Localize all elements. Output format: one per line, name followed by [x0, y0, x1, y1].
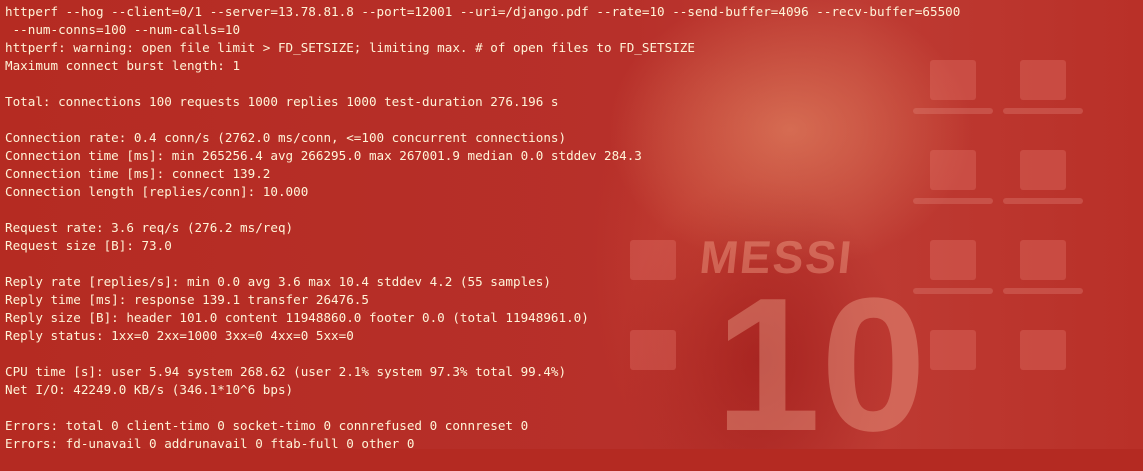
- connection-time-line: Connection time [ms]: connect 139.2: [5, 166, 271, 181]
- request-rate-line: Request rate: 3.6 req/s (276.2 ms/req): [5, 220, 294, 235]
- net-io-line: Net I/O: 42249.0 KB/s (346.1*10^6 bps): [5, 382, 294, 397]
- reply-size-line: Reply size [B]: header 101.0 content 119…: [5, 310, 589, 325]
- errors-line: Errors: total 0 client-timo 0 socket-tim…: [5, 418, 529, 433]
- errors-line: Errors: fd-unavail 0 addrunavail 0 ftab-…: [5, 436, 415, 451]
- cpu-time-line: CPU time [s]: user 5.94 system 268.62 (u…: [5, 364, 567, 379]
- total-line: Total: connections 100 requests 1000 rep…: [5, 94, 559, 109]
- connection-length-line: Connection length [replies/conn]: 10.000: [5, 184, 309, 199]
- output-line: Maximum connect burst length: 1: [5, 58, 241, 73]
- command-line: httperf --hog --client=0/1 --server=13.7…: [5, 4, 961, 19]
- terminal-output[interactable]: httperf --hog --client=0/1 --server=13.7…: [0, 0, 1143, 451]
- reply-status-line: Reply status: 1xx=0 2xx=1000 3xx=0 4xx=0…: [5, 328, 354, 343]
- reply-rate-line: Reply rate [replies/s]: min 0.0 avg 3.6 …: [5, 274, 551, 289]
- reply-time-line: Reply time [ms]: response 139.1 transfer…: [5, 292, 369, 307]
- connection-time-line: Connection time [ms]: min 265256.4 avg 2…: [5, 148, 642, 163]
- warning-line: httperf: warning: open file limit > FD_S…: [5, 40, 695, 55]
- command-line-continuation: --num-conns=100 --num-calls=10: [5, 22, 241, 37]
- request-size-line: Request size [B]: 73.0: [5, 238, 172, 253]
- connection-rate-line: Connection rate: 0.4 conn/s (2762.0 ms/c…: [5, 130, 567, 145]
